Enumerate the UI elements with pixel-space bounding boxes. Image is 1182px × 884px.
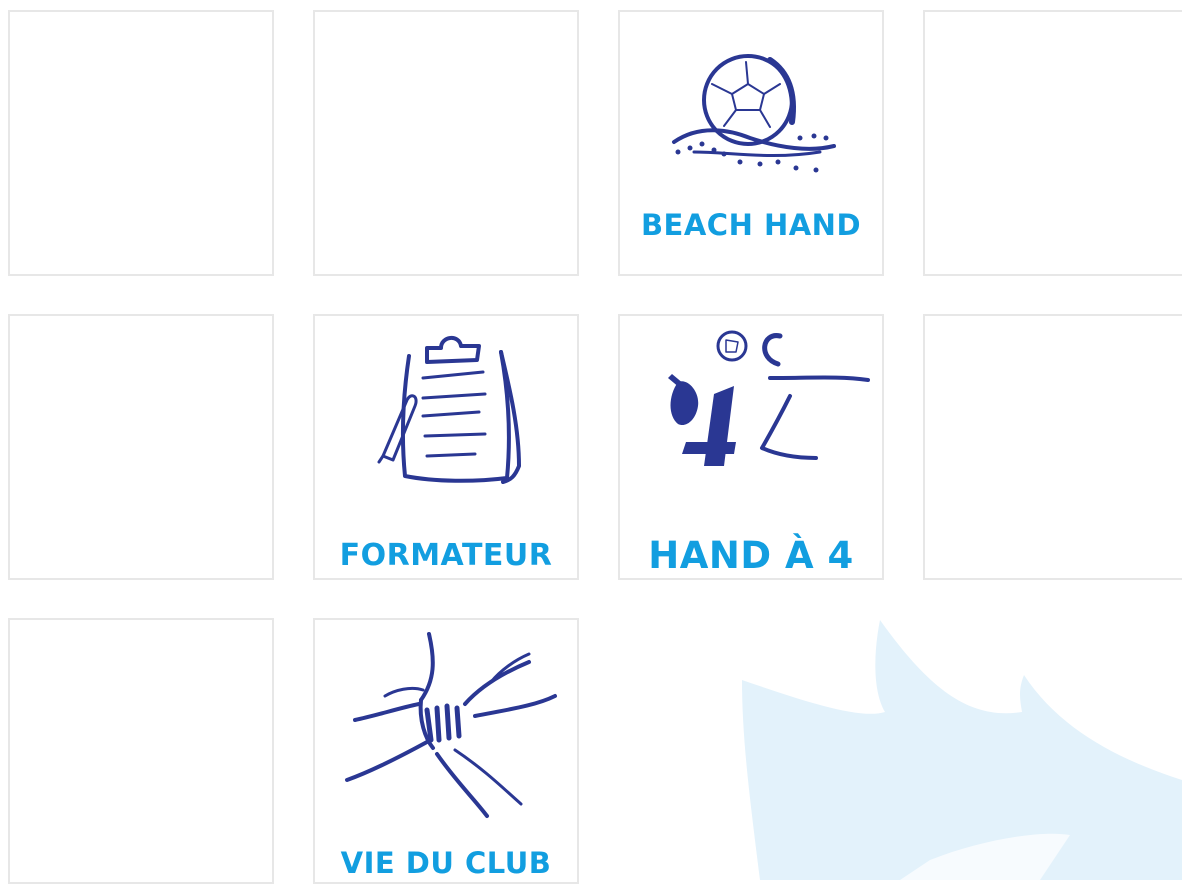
tile-beach-hand[interactable]: BEACH HAND (618, 10, 884, 276)
tile-empty[interactable] (8, 618, 274, 884)
tile-label: BEACH HAND (640, 208, 862, 242)
tile-empty[interactable] (8, 314, 274, 580)
beach-ball-icon (672, 54, 836, 173)
handball-player-icon (668, 330, 870, 466)
tile-label: HAND À 4 (648, 534, 854, 577)
clipboard-icon (377, 336, 521, 484)
tile-empty[interactable] (923, 10, 1182, 276)
tile-vie-du-club[interactable]: VIE DU CLUB (313, 618, 579, 884)
tile-empty[interactable] (923, 314, 1182, 580)
tile-formateur[interactable]: FORMATEUR (313, 314, 579, 580)
tile-hand-a-4[interactable]: HAND À 4 (618, 314, 884, 580)
tile-label: FORMATEUR (339, 538, 553, 573)
tile-empty[interactable] (313, 10, 579, 276)
tile-label: VIE DU CLUB (340, 846, 552, 880)
tile-empty[interactable] (8, 10, 274, 276)
joined-hands-icon (345, 632, 557, 818)
